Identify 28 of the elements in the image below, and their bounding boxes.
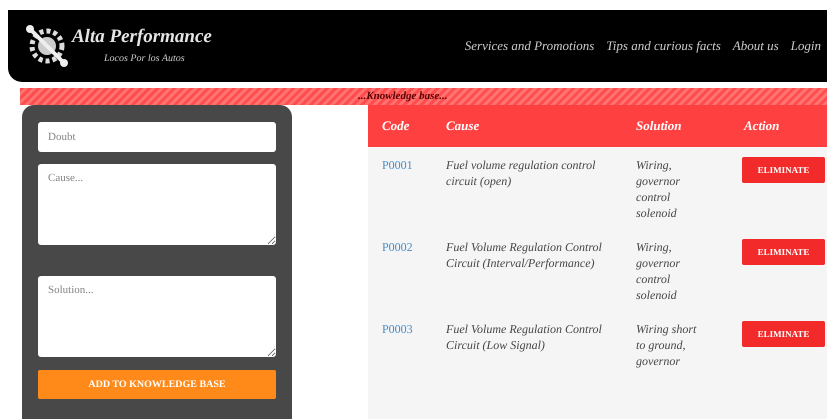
column-header: Code — [381, 117, 410, 136]
nav-link[interactable]: Login — [790, 36, 821, 56]
text-area[interactable]: Solution... — [38, 276, 276, 357]
nav-link[interactable]: Tips and curious facts — [606, 36, 721, 56]
gear-wrench-logo-icon — [24, 23, 70, 69]
eliminate-button[interactable]: ELIMINATE — [742, 239, 825, 265]
column-header: Cause — [445, 117, 480, 136]
code-link[interactable]: P0002 — [368, 239, 440, 303]
nav-link[interactable]: About us — [732, 36, 779, 56]
section-title: ...Knowledge base... — [358, 89, 449, 104]
code-link[interactable]: P0003 — [368, 321, 440, 369]
doubt-field[interactable]: Doubt — [38, 122, 276, 152]
table-cell-text: Wiring, governor control solenoid — [635, 157, 681, 221]
nav-link[interactable]: Services and Promotions — [464, 36, 594, 56]
table-cell-text: Wiring, governor control solenoid — [635, 239, 681, 303]
add-button[interactable]: ADD TO KNOWLEDGE BASE — [38, 370, 276, 399]
brand-tagline: Locos Por los Autos — [104, 52, 185, 66]
column-header: Action — [742, 117, 780, 136]
table-cell-text: Fuel volume regulation control circuit (open) — [445, 157, 596, 190]
column-header: Solution — [635, 117, 683, 136]
eliminate-button[interactable]: ELIMINATE — [742, 157, 825, 183]
code-link[interactable]: P0001 — [368, 157, 440, 221]
table-cell-text: Fuel Volume Regulation Control Circuit (Low Signal) — [445, 321, 603, 354]
table-cell-text: Fuel Volume Regulation Control Circuit (Interval/Performance) — [445, 239, 603, 272]
eliminate-button[interactable]: ELIMINATE — [742, 321, 825, 347]
table-cell-text: Wiring short to ground, governor — [635, 321, 698, 369]
text-area[interactable]: Cause... — [38, 164, 276, 245]
brand-title: Alta Performance — [72, 26, 212, 48]
